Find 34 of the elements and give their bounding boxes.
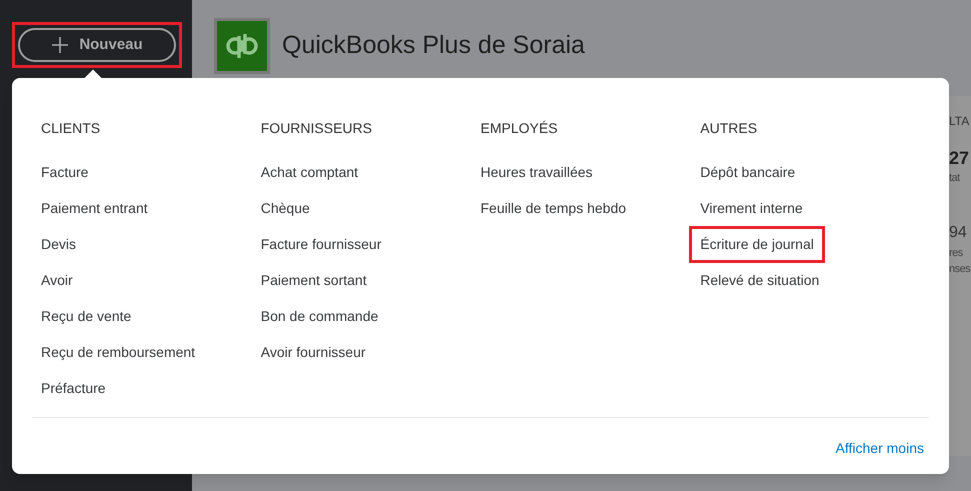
column-heading: FOURNISSEURS: [260, 119, 373, 138]
card-text: res: [949, 246, 964, 260]
card-text: 94: [949, 222, 968, 242]
show-less-link[interactable]: Afficher moins: [836, 438, 924, 459]
menu-item[interactable]: Devis: [41, 234, 76, 254]
column-heading: CLIENTS: [41, 119, 102, 138]
menu-item[interactable]: Paiement entrant: [41, 198, 148, 218]
menu-item[interactable]: Préfacture: [41, 378, 106, 398]
menu-item[interactable]: Avoir fournisseur: [260, 342, 366, 362]
menu-item[interactable]: Virement interne: [700, 198, 803, 218]
card-text: nses: [949, 262, 971, 277]
column-heading: AUTRES: [700, 119, 758, 138]
company-title: QuickBooks Plus de Soraia: [282, 30, 585, 62]
menu-item[interactable]: Heures travaillées: [480, 162, 593, 182]
menu-item[interactable]: Dépôt bancaire: [700, 162, 796, 182]
menu-item[interactable]: Écriture de journal: [689, 226, 825, 262]
new-button[interactable]: Nouveau: [18, 28, 176, 62]
card-text: 27: [949, 147, 970, 170]
card-text: tat: [949, 171, 962, 186]
logo-icon: [214, 18, 270, 74]
menu-item[interactable]: Avoir: [41, 270, 73, 290]
menu-item[interactable]: Facture fournisseur: [260, 234, 382, 254]
card-text: LTA: [949, 113, 970, 130]
menu-item[interactable]: Achat comptant: [260, 162, 358, 182]
menu-item[interactable]: Relevé de situation: [700, 270, 820, 290]
menu-item[interactable]: Bon de commande: [260, 306, 378, 326]
menu-item[interactable]: Facture: [41, 162, 88, 182]
plus-icon: [51, 36, 70, 54]
menu-item[interactable]: Paiement sortant: [260, 270, 367, 290]
column-heading: EMPLOYÉS: [480, 119, 559, 138]
menu-item[interactable]: Reçu de remboursement: [41, 342, 196, 362]
menu-item[interactable]: Chèque: [260, 198, 310, 218]
menu-item[interactable]: Reçu de vente: [41, 306, 132, 326]
menu-item[interactable]: Feuille de temps hebdo: [480, 198, 626, 218]
